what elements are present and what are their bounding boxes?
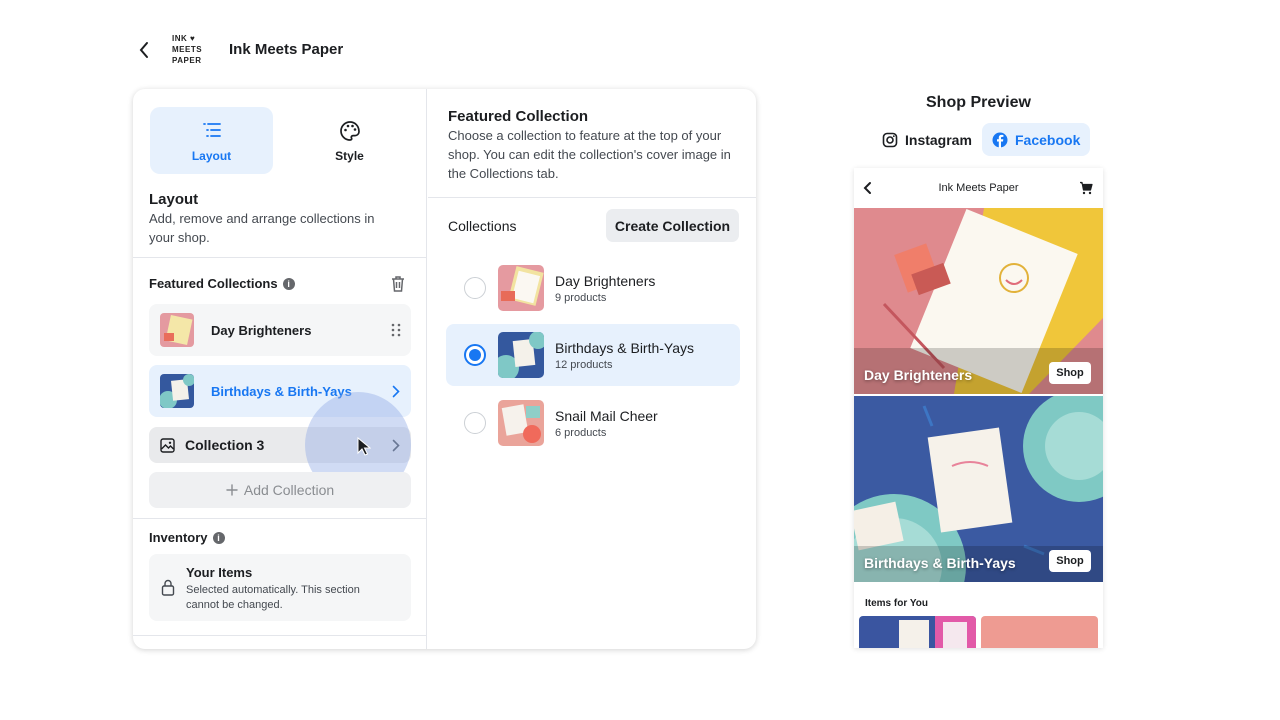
inventory-header: Inventory i	[149, 530, 225, 545]
shop-button[interactable]: Shop	[1049, 362, 1091, 384]
layout-title: Layout	[149, 191, 199, 208]
shop-name: Ink Meets Paper	[229, 41, 344, 58]
featured-collection-day-brighteners[interactable]: Day Brighteners	[149, 304, 411, 356]
lock-icon	[161, 579, 175, 596]
collection-name: Snail Mail Cheer	[555, 407, 658, 424]
featured-collection-3[interactable]: Collection 3	[149, 427, 411, 463]
drag-handle-icon[interactable]	[381, 323, 411, 337]
tab-style-label: Style	[335, 148, 364, 163]
featured-collection-title: Featured Collection	[448, 108, 589, 125]
chevron-left-icon[interactable]	[862, 181, 874, 195]
featured-collections-header: Featured Collections i	[149, 276, 295, 291]
plus-icon	[226, 484, 238, 496]
item-thumbnail[interactable]	[859, 616, 976, 648]
add-collection-label: Add Collection	[243, 482, 335, 498]
list-icon	[202, 122, 221, 137]
collection-name: Day Brighteners	[211, 322, 312, 338]
phone-header: Ink Meets Paper	[854, 168, 1103, 208]
featured-collection-description: Choose a collection to feature at the to…	[448, 128, 731, 181]
collection-option-text: Snail Mail Cheer 6 products	[555, 408, 658, 439]
delete-button[interactable]	[390, 275, 408, 293]
divider	[428, 197, 756, 198]
divider	[133, 257, 427, 258]
featured-collection-panel: Featured Collection Choose a collection …	[428, 89, 756, 649]
collection-thumbnail	[160, 374, 194, 408]
divider	[133, 635, 427, 636]
create-collection-button[interactable]: Create Collection	[606, 209, 739, 242]
hero-label: Birthdays & Birth-Yays	[864, 555, 1016, 571]
tab-instagram-label: Instagram	[905, 131, 972, 148]
tab-instagram[interactable]: Instagram	[872, 123, 982, 156]
radio-button[interactable]	[464, 412, 486, 434]
tab-layout-label: Layout	[191, 148, 232, 163]
collection-name: Birthdays & Birth-Yays	[555, 339, 695, 356]
shop-editor-card: Layout Style Layout Add, remove and arra…	[133, 89, 756, 649]
product-count: 9 products	[555, 291, 607, 304]
tab-facebook-label: Facebook	[1015, 131, 1081, 148]
product-count: 6 products	[555, 426, 607, 439]
inventory-label: Inventory	[149, 530, 208, 545]
hero-birthdays: Birthdays & Birth-Yays Shop	[854, 396, 1103, 582]
layout-description: Add, remove and arrange collections in y…	[149, 211, 375, 245]
collection-option-text: Birthdays & Birth-Yays 12 products	[555, 340, 694, 371]
brand-logo: INK ♥ MEETS PAPER	[172, 34, 203, 65]
tab-facebook[interactable]: Facebook	[982, 123, 1091, 156]
featured-collections-label: Featured Collections	[149, 276, 278, 291]
collection-name: Day Brighteners	[555, 272, 656, 289]
radio-button[interactable]	[464, 277, 486, 299]
phone-preview: Ink Meets Paper Day Brighteners Shop Bir…	[854, 168, 1103, 648]
chevron-left-icon	[139, 42, 148, 58]
items-for-you-title: Items for You	[865, 598, 928, 609]
cart-icon[interactable]	[1079, 181, 1093, 195]
product-count: 12 products	[555, 358, 613, 371]
radio-button-selected[interactable]	[464, 344, 486, 366]
tab-style[interactable]: Style	[288, 107, 411, 174]
shop-preview-title: Shop Preview	[926, 94, 1031, 111]
inventory-description: Selected automatically. This section can…	[186, 584, 360, 611]
collection-name: Birthdays & Birth-Yays	[211, 383, 352, 399]
collection-option-day-brighteners[interactable]: Day Brighteners 9 products	[446, 257, 740, 319]
trash-icon	[392, 276, 404, 292]
collection-option-birthdays[interactable]: Birthdays & Birth-Yays 12 products	[446, 324, 740, 386]
collection-thumbnail	[498, 265, 544, 311]
item-thumbnail[interactable]	[981, 616, 1098, 648]
facebook-icon	[992, 132, 1008, 148]
inventory-title: Your Items	[186, 565, 253, 580]
collection-option-snail-mail[interactable]: Snail Mail Cheer 6 products	[446, 392, 740, 454]
featured-collection-birthdays[interactable]: Birthdays & Birth-Yays	[149, 365, 411, 417]
tab-layout[interactable]: Layout	[150, 107, 273, 174]
palette-icon	[339, 120, 360, 141]
instagram-icon	[882, 132, 898, 147]
collection-option-text: Day Brighteners 9 products	[555, 273, 655, 304]
info-icon[interactable]: i	[282, 277, 295, 290]
divider	[133, 518, 427, 519]
inventory-your-items: Your Items Selected automatically. This …	[149, 554, 411, 621]
collection-name: Collection 3	[185, 437, 265, 453]
hero-label: Day Brighteners	[864, 367, 973, 383]
info-icon[interactable]: i	[212, 531, 225, 544]
layout-panel: Layout Style Layout Add, remove and arra…	[133, 89, 427, 649]
collection-thumbnail	[160, 313, 194, 347]
phone-title: Ink Meets Paper	[938, 182, 1019, 194]
collections-label: Collections	[448, 218, 517, 234]
collection-thumbnail	[498, 332, 544, 378]
chevron-right-icon	[381, 385, 411, 398]
shop-button[interactable]: Shop	[1049, 550, 1091, 572]
add-collection-button[interactable]: Add Collection	[149, 472, 411, 508]
collection-thumbnail	[498, 400, 544, 446]
hero-day-brighteners: Day Brighteners Shop	[854, 208, 1103, 394]
back-button[interactable]	[133, 38, 155, 62]
chevron-right-icon	[381, 439, 411, 452]
image-icon	[160, 437, 175, 453]
